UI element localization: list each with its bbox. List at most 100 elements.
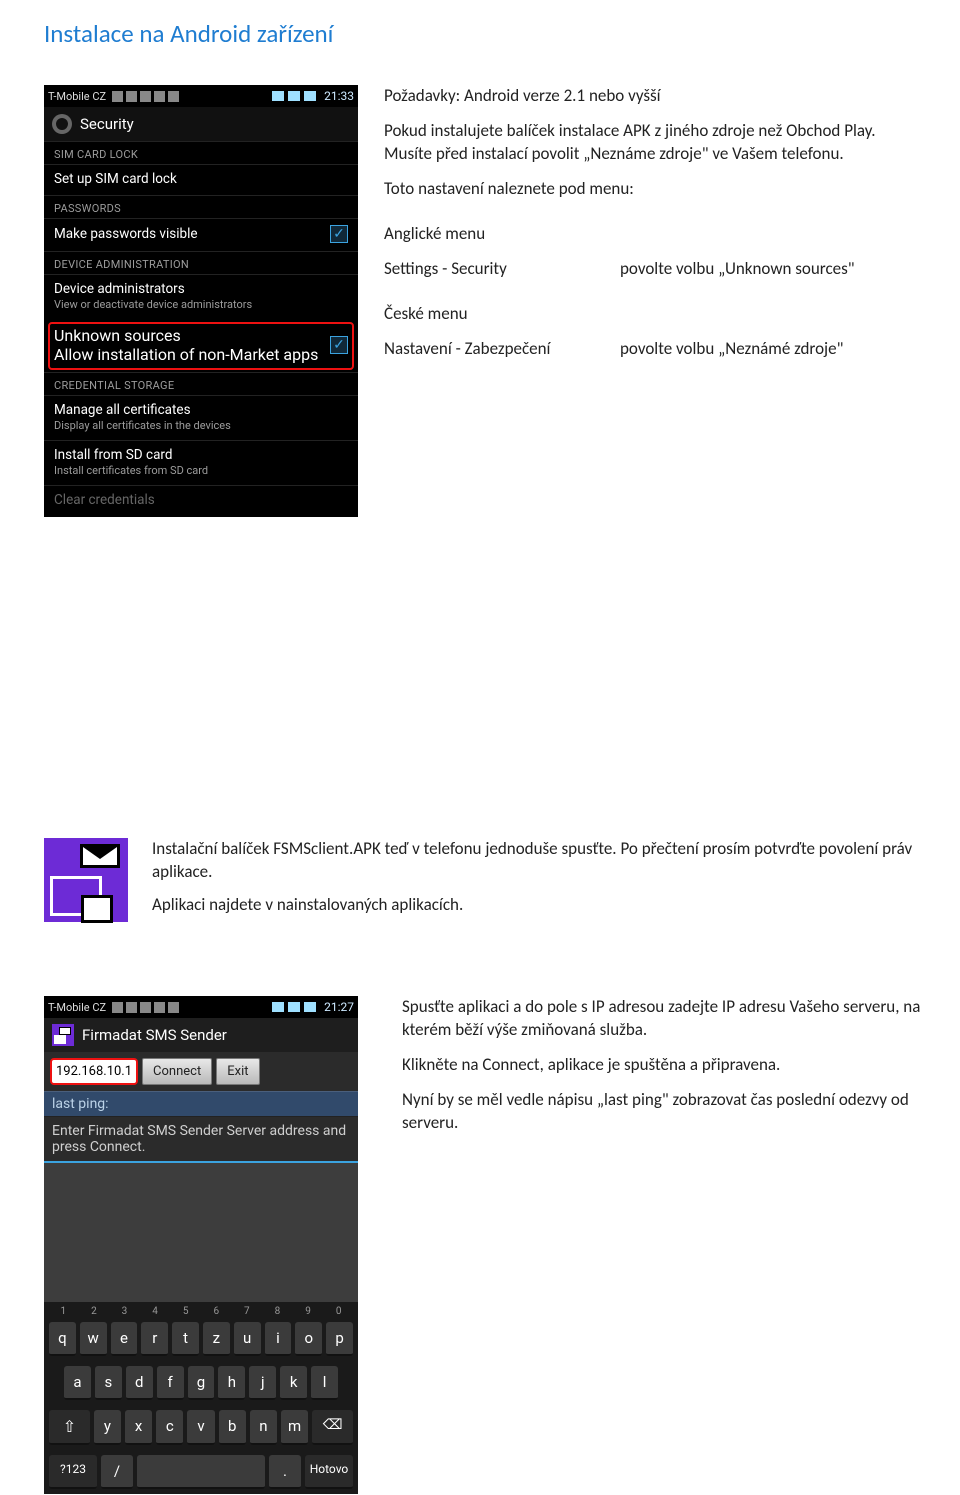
status-icon	[140, 91, 151, 102]
keyboard-row: a s d f g h j k l	[44, 1361, 358, 1405]
key-u[interactable]: u	[234, 1322, 261, 1356]
keyboard-row: y x c v b n m	[44, 1405, 358, 1450]
key-f[interactable]: f	[157, 1366, 184, 1400]
row-label: Make passwords visible	[54, 226, 198, 242]
key-b[interactable]: b	[219, 1410, 246, 1445]
row-label: Unknown sources	[54, 326, 318, 345]
key-q[interactable]: q	[49, 1322, 76, 1356]
key-l[interactable]: l	[311, 1366, 338, 1400]
server-address-input[interactable]: Enter Firmadat SMS Sender Server address…	[44, 1117, 358, 1163]
carrier-label: T-Mobile CZ	[48, 90, 106, 103]
app-title: Security	[80, 115, 134, 133]
row-label: Manage all certificates	[54, 402, 348, 418]
key-o[interactable]: o	[295, 1322, 322, 1356]
exit-button[interactable]: Exit	[216, 1058, 259, 1085]
key-d[interactable]: d	[126, 1366, 153, 1400]
run-text: Nyní by se měl vedle nápisu „last ping" …	[402, 1089, 924, 1135]
menu-path-en: Settings - Security povolte volbu „Unkno…	[384, 258, 924, 281]
status-icon	[154, 91, 165, 102]
row-subtitle: View or deactivate device administrators	[54, 298, 348, 311]
key-hint: 2	[91, 1306, 97, 1317]
input-row: 192.168.10.1 Connect Exit	[44, 1052, 358, 1091]
status-icon	[154, 1002, 165, 1013]
row-subtitle: Install certificates from SD card	[54, 464, 348, 477]
row-make-passwords-visible[interactable]: Make passwords visible	[44, 218, 358, 251]
status-right-icons: 21:27	[272, 1000, 354, 1014]
run-text: Klikněte na Connect, aplikace je spuštěn…	[402, 1054, 924, 1077]
checkbox-checked-icon[interactable]	[330, 336, 348, 354]
status-clock: 21:33	[324, 89, 354, 103]
key-slash[interactable]: /	[101, 1455, 133, 1489]
key-s[interactable]: s	[95, 1366, 122, 1400]
screenshot-security-settings: T-Mobile CZ 21:33 Security SIM CARD LOCK…	[44, 85, 358, 517]
status-icon	[140, 1002, 151, 1013]
key-w[interactable]: w	[80, 1322, 107, 1356]
screenshot-firmadat-app: T-Mobile CZ 21:27 Firmadat SMS Sender	[44, 996, 358, 1494]
status-icons	[112, 1002, 179, 1013]
row-unknown-sources[interactable]: Unknown sources Allow installation of no…	[54, 326, 348, 364]
row-label: Clear credentials	[54, 492, 348, 508]
requirement-text: Požadavky: Android verze 2.1 nebo vyšší	[384, 85, 924, 108]
menu-path-right: povolte volbu „Neznámé zdroje"	[620, 338, 924, 361]
key-a[interactable]: a	[64, 1366, 91, 1400]
battery-icon	[304, 1002, 316, 1012]
highlight-unknown-sources: Unknown sources Allow installation of no…	[48, 322, 354, 370]
instruction-text: Pokud instalujete balíček instalace APK …	[384, 120, 924, 166]
key-space[interactable]	[137, 1455, 265, 1489]
row-device-administrators[interactable]: Device administrators View or deactivate…	[44, 274, 358, 319]
menu-path-left: Settings - Security	[384, 258, 584, 281]
category-passwords: PASSWORDS	[44, 195, 358, 218]
section-settings: T-Mobile CZ 21:33 Security SIM CARD LOCK…	[44, 85, 924, 517]
row-install-from-sd[interactable]: Install from SD card Install certificate…	[44, 440, 358, 485]
row-sim-lock[interactable]: Set up SIM card lock	[44, 164, 358, 195]
key-hint: 1	[60, 1306, 66, 1317]
install-text-column: Instalační balíček FSMSclient.APK teď v …	[152, 838, 924, 917]
key-n[interactable]: n	[250, 1410, 277, 1445]
install-text: Aplikaci najdete v nainstalovaných aplik…	[152, 894, 924, 917]
key-c[interactable]: c	[156, 1410, 183, 1445]
key-i[interactable]: i	[265, 1322, 292, 1356]
key-symbols[interactable]: ?123	[49, 1455, 97, 1489]
key-k[interactable]: k	[280, 1366, 307, 1400]
status-icon	[112, 1002, 123, 1013]
key-h[interactable]: h	[218, 1366, 245, 1400]
page-title: Instalace na Android zařízení	[0, 0, 960, 49]
ip-address-value: 192.168.10.1	[56, 1064, 132, 1079]
key-p[interactable]: p	[326, 1322, 353, 1356]
key-shift[interactable]	[49, 1410, 90, 1445]
key-j[interactable]: j	[249, 1366, 276, 1400]
last-ping-label: last ping:	[44, 1091, 358, 1117]
row-subtitle: Display all certificates in the devices	[54, 419, 348, 432]
key-hint: 5	[183, 1306, 189, 1317]
key-dot[interactable]: .	[269, 1455, 301, 1489]
screens-icon	[50, 876, 102, 916]
key-hint: 8	[275, 1306, 281, 1317]
menu-heading-cz: České menu	[384, 303, 924, 326]
signal-icon	[288, 1002, 300, 1012]
category-sim-lock: SIM CARD LOCK	[44, 141, 358, 164]
key-g[interactable]: g	[188, 1366, 215, 1400]
ip-address-input[interactable]: 192.168.10.1	[50, 1058, 138, 1085]
key-hint: 9	[305, 1306, 311, 1317]
key-y[interactable]: y	[94, 1410, 121, 1445]
connect-button[interactable]: Connect	[142, 1058, 212, 1085]
keyboard-number-hints: 1 2 3 4 5 6 7 8 9 0	[44, 1306, 358, 1317]
key-v[interactable]: v	[187, 1410, 214, 1445]
app-header: Security	[44, 107, 358, 141]
section-run-app: T-Mobile CZ 21:27 Firmadat SMS Sender	[44, 996, 924, 1494]
checkbox-checked-icon[interactable]	[330, 225, 348, 243]
key-backspace[interactable]	[312, 1410, 353, 1445]
key-e[interactable]: e	[111, 1322, 138, 1356]
key-x[interactable]: x	[125, 1410, 152, 1445]
key-m[interactable]: m	[281, 1410, 308, 1445]
row-manage-certificates[interactable]: Manage all certificates Display all cert…	[44, 395, 358, 440]
key-z[interactable]: z	[203, 1322, 230, 1356]
status-right-icons: 21:33	[272, 89, 354, 103]
key-done[interactable]: Hotovo	[305, 1455, 353, 1489]
wifi-icon	[272, 91, 284, 101]
status-clock: 21:27	[324, 1000, 354, 1014]
key-t[interactable]: t	[172, 1322, 199, 1356]
category-credential-storage: CREDENTIAL STORAGE	[44, 372, 358, 395]
key-r[interactable]: r	[141, 1322, 168, 1356]
row-subtitle: Allow installation of non-Market apps	[54, 345, 318, 364]
